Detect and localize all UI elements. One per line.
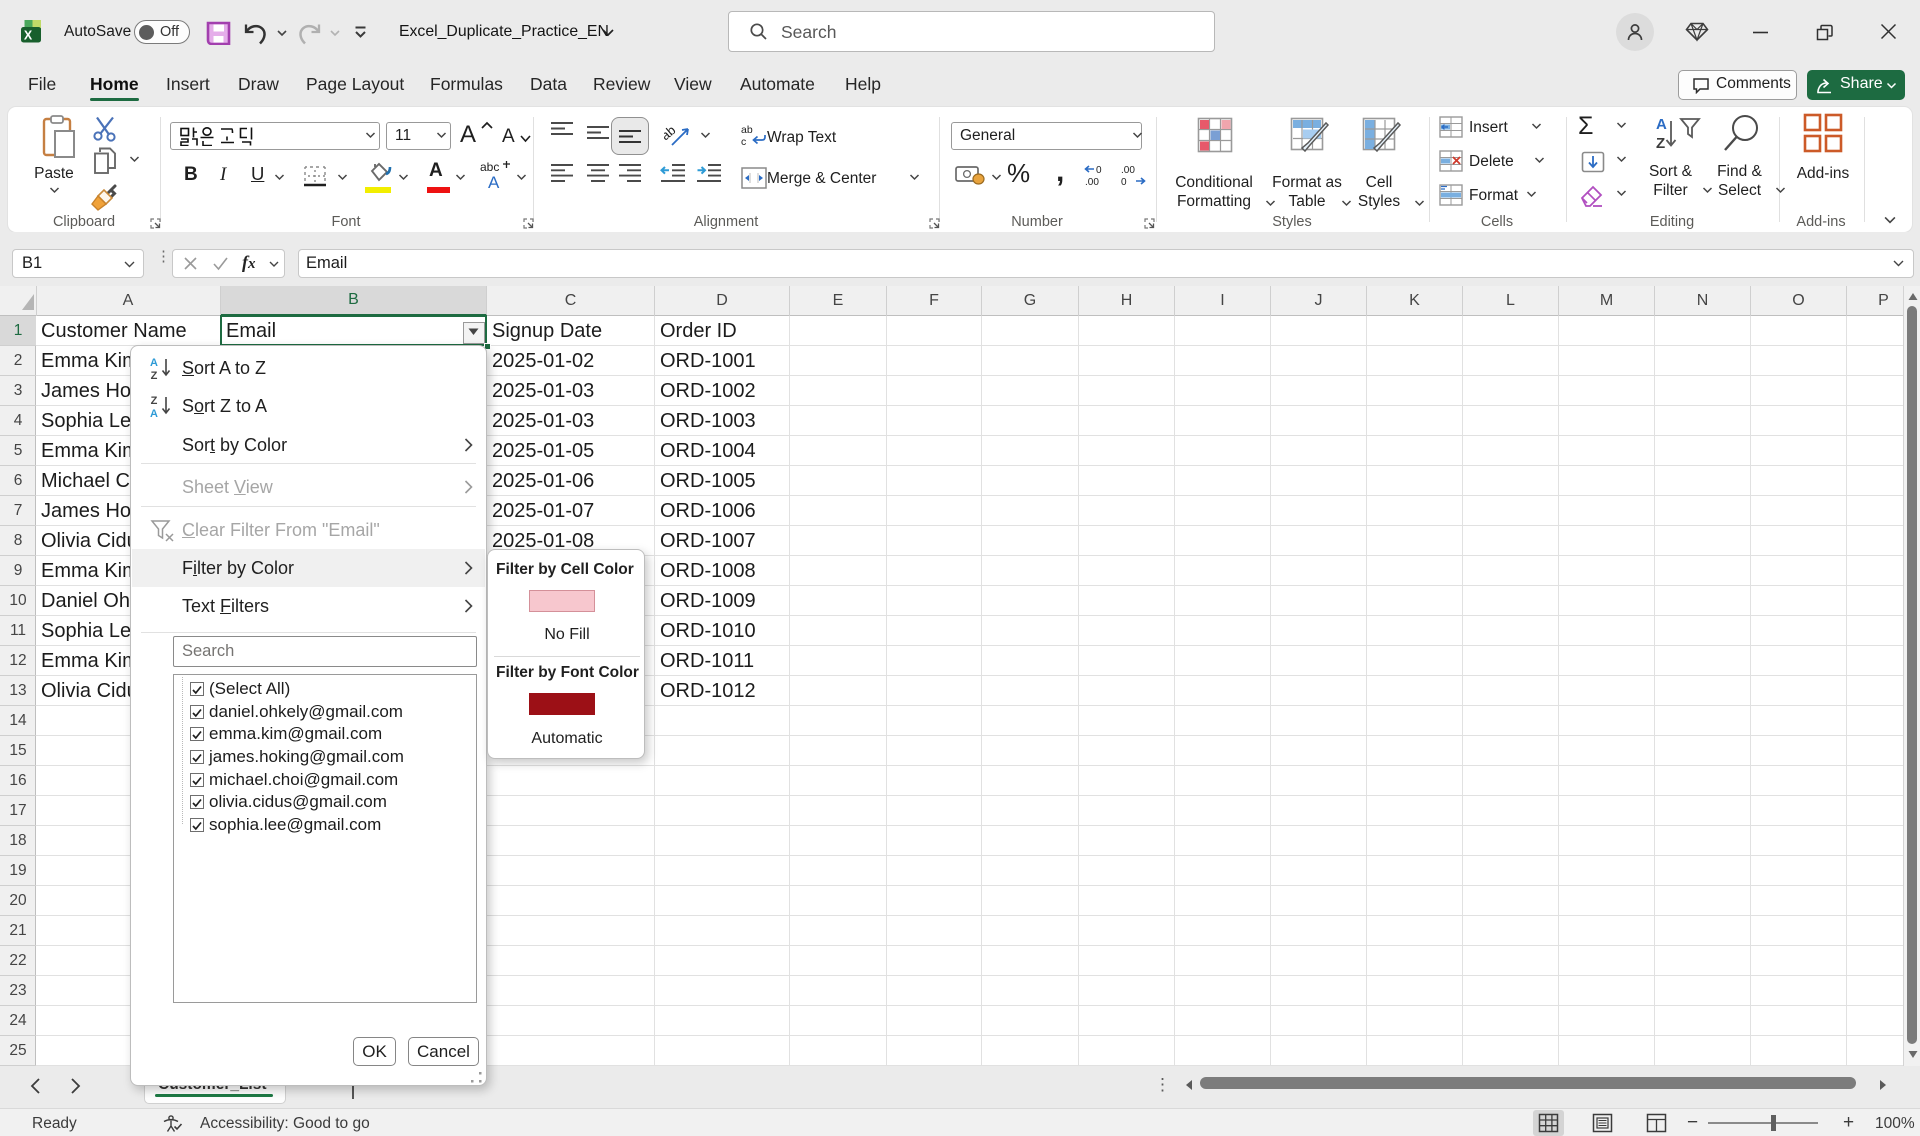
svg-text:A: A	[1656, 116, 1667, 133]
svg-text:.00: .00	[1085, 177, 1099, 188]
svg-text:A: A	[488, 173, 500, 190]
svg-text:.00: .00	[1121, 165, 1135, 176]
svg-text:X: X	[24, 29, 33, 43]
svg-text:ab: ab	[741, 124, 753, 136]
svg-text:0: 0	[1121, 177, 1127, 188]
svg-text:A: A	[150, 408, 158, 418]
svg-text:Z: Z	[151, 395, 158, 407]
svg-text:A: A	[150, 357, 158, 369]
svg-text:A: A	[460, 121, 476, 146]
svg-text:0: 0	[1096, 165, 1102, 176]
svg-text:A: A	[502, 126, 515, 146]
svg-text:c: c	[741, 136, 746, 148]
svg-text:Z: Z	[151, 370, 158, 380]
svg-text:abc: abc	[480, 160, 499, 174]
svg-text:Z: Z	[1656, 135, 1665, 152]
